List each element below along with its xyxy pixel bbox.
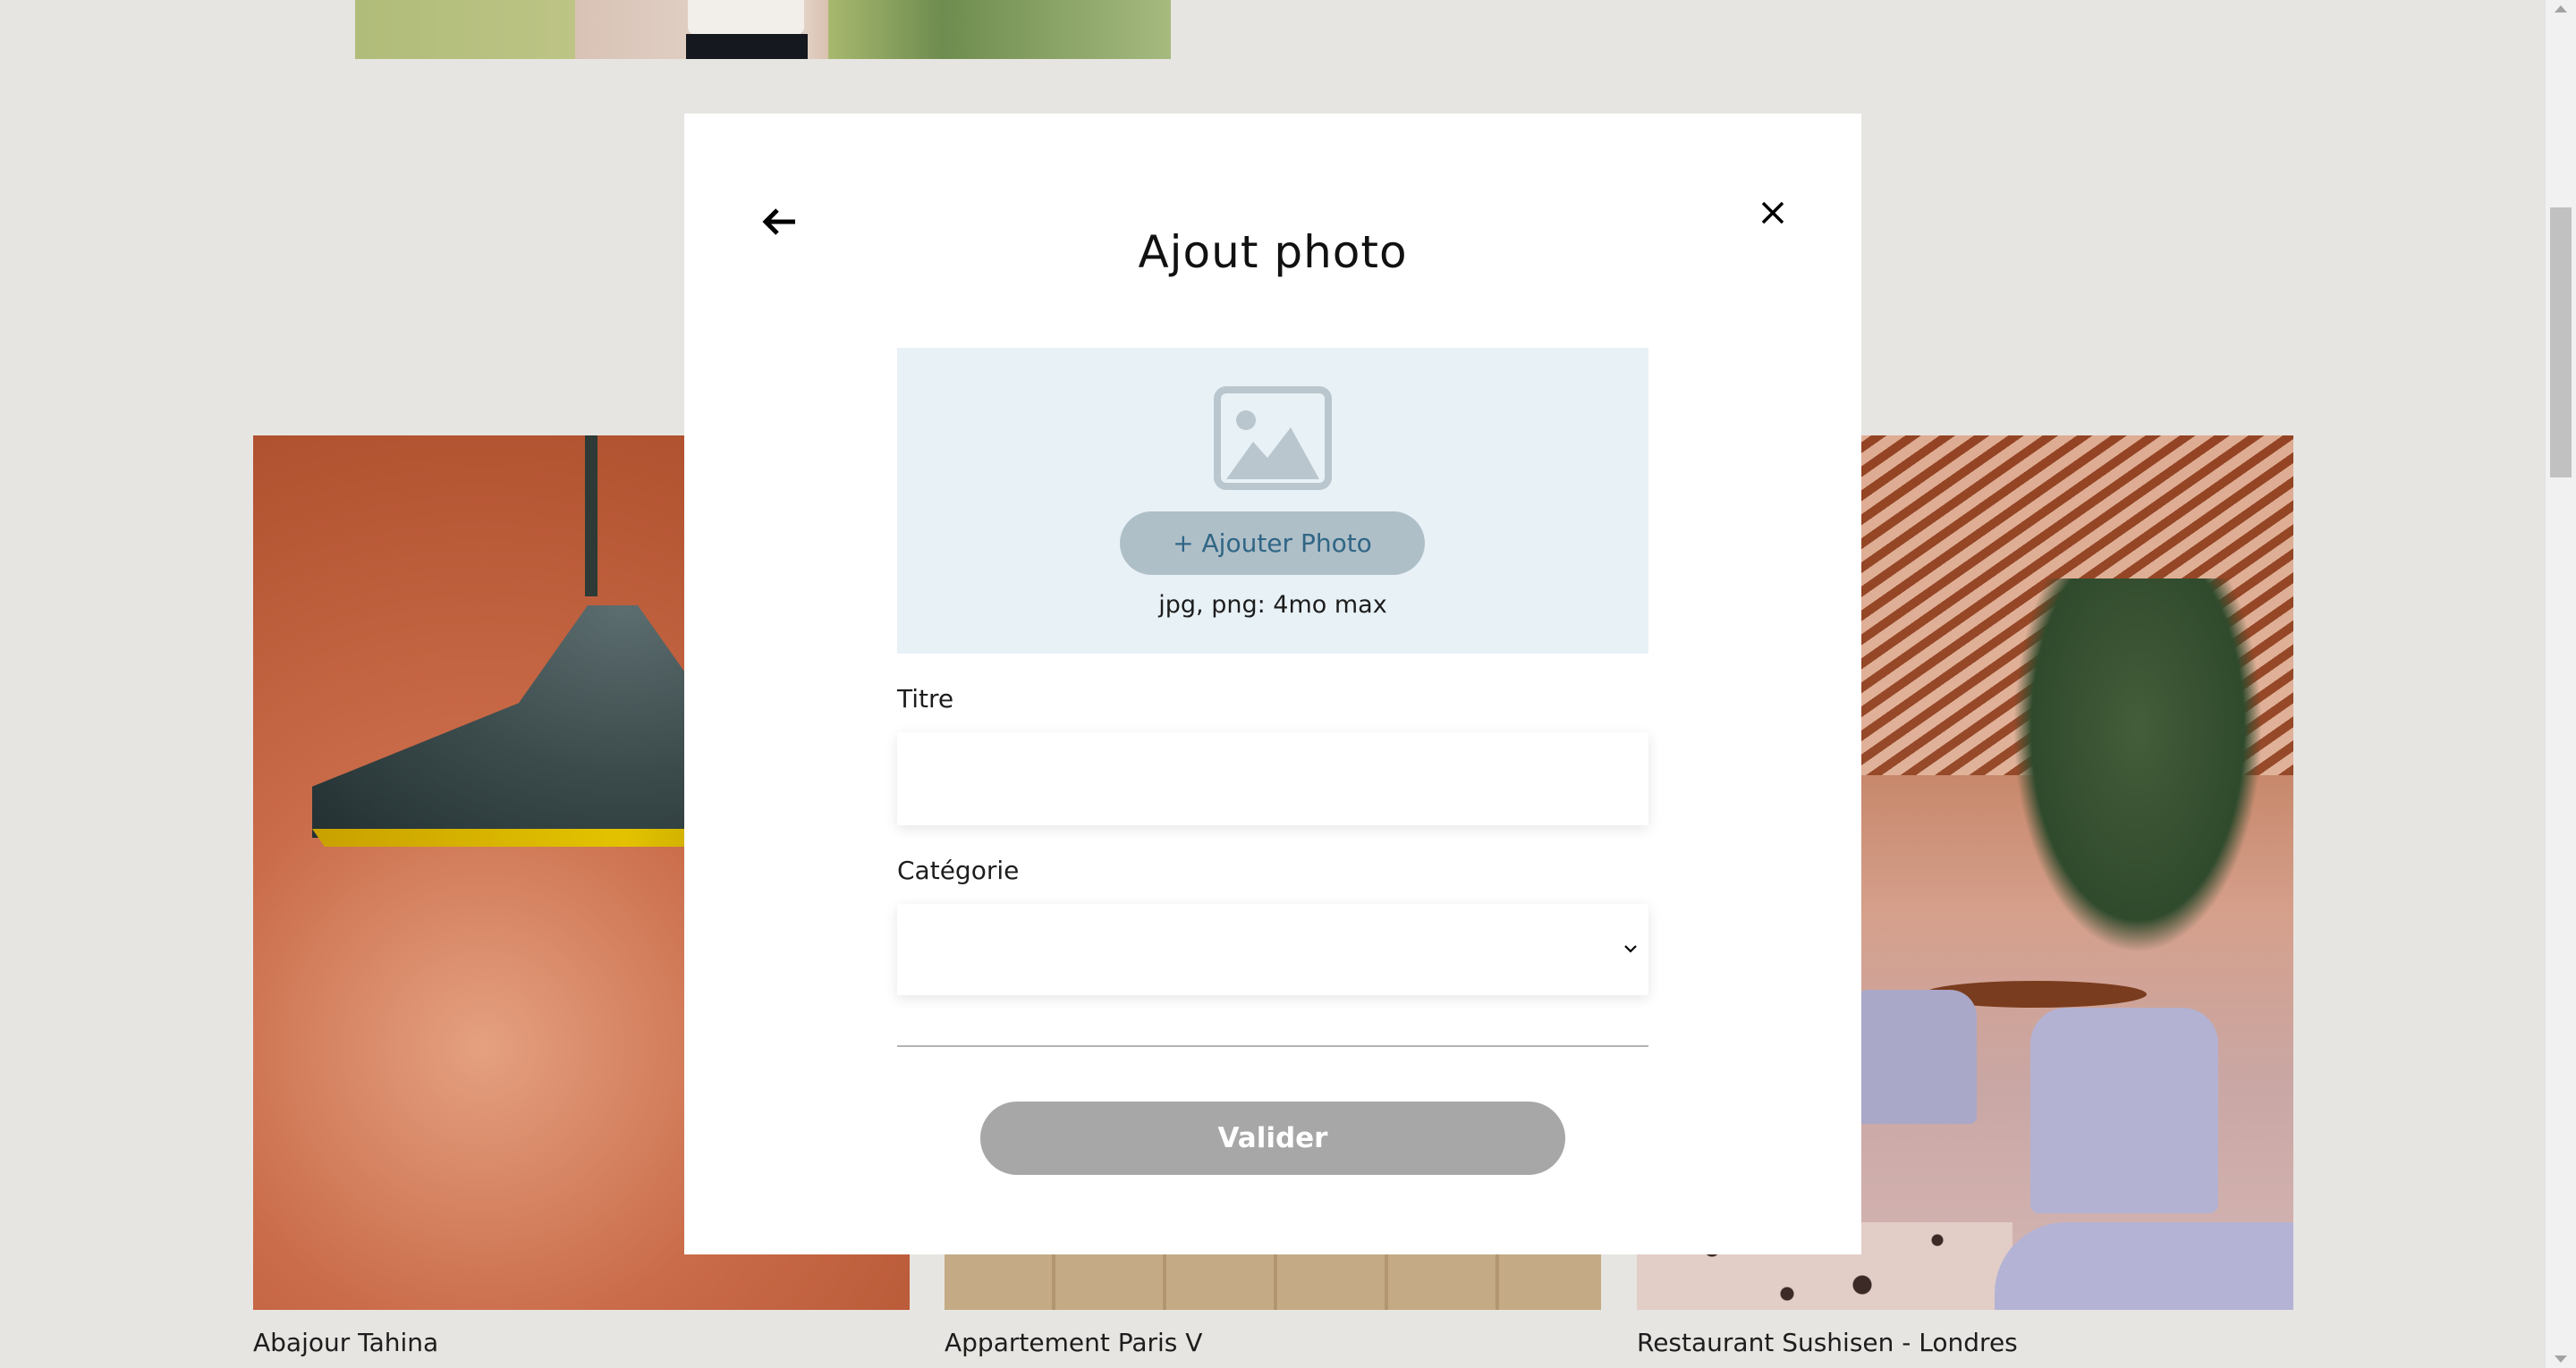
lamp-cord bbox=[585, 435, 597, 596]
gallery-caption: Restaurant Sushisen - Londres bbox=[1637, 1328, 2018, 1357]
page-scrollbar[interactable] bbox=[2545, 0, 2576, 1368]
restaurant-chair bbox=[2030, 1008, 2218, 1213]
title-label: Titre bbox=[897, 684, 954, 714]
add-photo-modal: Ajout photo + Ajouter Photo jpg, png: 4m… bbox=[684, 114, 1861, 1254]
submit-button[interactable]: Valider bbox=[980, 1102, 1565, 1175]
photo-subject-shirt bbox=[688, 0, 804, 36]
photo-upload-zone[interactable]: + Ajouter Photo jpg, png: 4mo max bbox=[897, 348, 1648, 654]
restaurant-chair bbox=[1843, 990, 1977, 1124]
restaurant-sofa bbox=[1995, 1222, 2293, 1310]
photo-subject-skirt bbox=[686, 34, 808, 59]
apartment-floor bbox=[945, 1247, 1601, 1310]
restaurant-plant bbox=[2012, 578, 2263, 954]
modal-title: Ajout photo bbox=[1138, 226, 1408, 278]
gallery-photo-top bbox=[355, 0, 1171, 59]
gallery-caption: Abajour Tahina bbox=[253, 1328, 439, 1357]
form-divider bbox=[897, 1045, 1648, 1047]
category-select[interactable] bbox=[897, 904, 1648, 995]
image-placeholder-icon bbox=[1214, 386, 1332, 490]
scrollbar-thumb[interactable] bbox=[2550, 207, 2572, 477]
scroll-up-arrow-icon[interactable] bbox=[2555, 5, 2567, 13]
scroll-down-arrow-icon[interactable] bbox=[2555, 1355, 2567, 1363]
title-input[interactable] bbox=[897, 732, 1648, 825]
upload-hint: jpg, png: 4mo max bbox=[1158, 591, 1387, 619]
chevron-down-icon bbox=[1624, 945, 1637, 953]
category-label: Catégorie bbox=[897, 856, 1020, 885]
add-photo-button[interactable]: + Ajouter Photo bbox=[1120, 511, 1425, 575]
gallery-caption: Appartement Paris V bbox=[945, 1328, 1203, 1357]
